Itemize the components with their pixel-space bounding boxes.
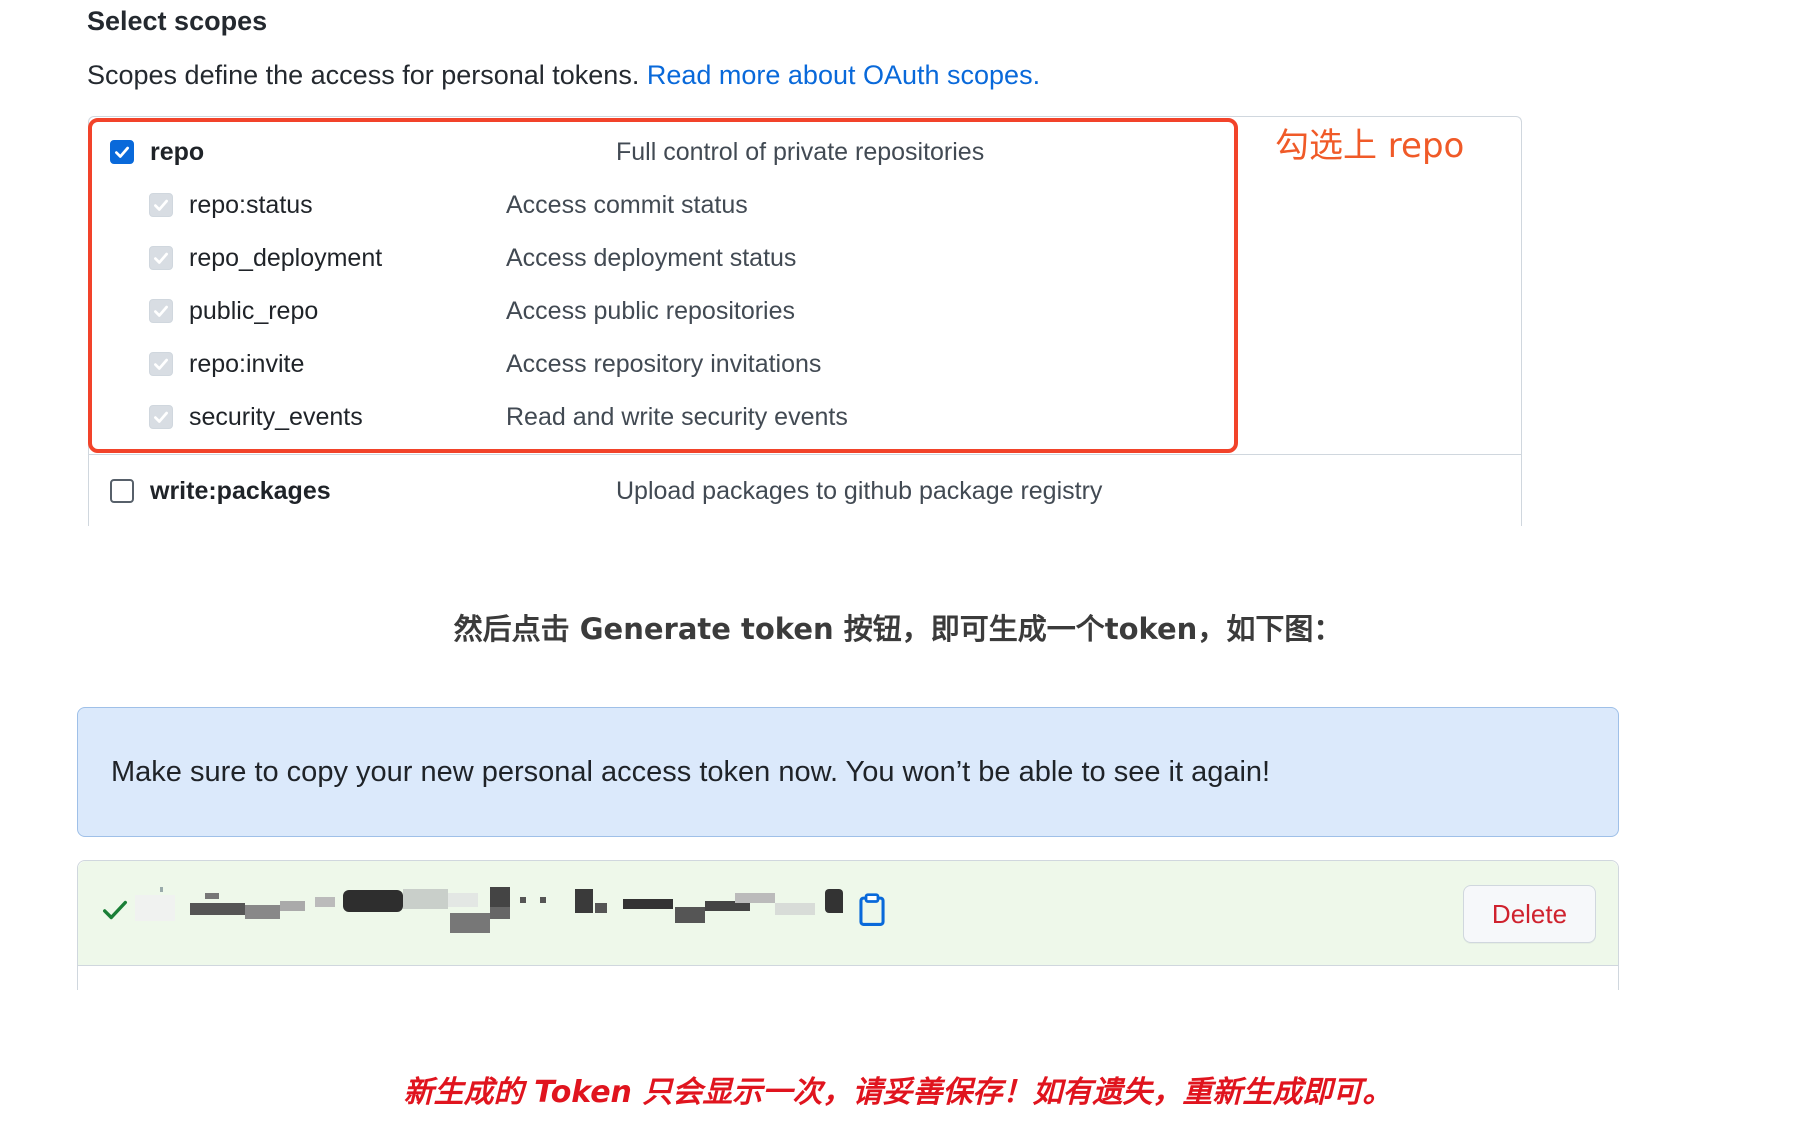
- flash-message: Make sure to copy your new personal acce…: [111, 755, 1271, 788]
- check-icon: [103, 900, 127, 920]
- repo-highlight-box: [88, 118, 1238, 453]
- flash-notice: Make sure to copy your new personal acce…: [77, 707, 1619, 837]
- copy-icon[interactable]: [858, 893, 886, 927]
- token-value-redacted: [135, 885, 855, 935]
- save-token-warning: 新生成的 Token 只会显示一次，请妥善保存！如有遗失，重新生成即可。: [403, 1075, 1393, 1110]
- delete-token-button[interactable]: Delete: [1463, 885, 1596, 943]
- scope-description: Upload packages to github package regist…: [616, 476, 1103, 505]
- select-repo-note: 勾选上 repo: [1275, 126, 1465, 166]
- oauth-scopes-link[interactable]: Read more about OAuth scopes.: [647, 60, 1040, 90]
- generate-token-instruction: 然后点击 Generate token 按钮，即可生成一个token，如下图：: [453, 612, 1343, 646]
- select-scopes-heading: Select scopes: [87, 6, 268, 36]
- scope-row-write-packages[interactable]: write:packages Upload packages to github…: [110, 471, 1102, 511]
- delete-label: Delete: [1491, 898, 1568, 929]
- write-packages-checkbox[interactable]: [110, 479, 134, 503]
- scopes-description-text: Scopes define the access for personal to…: [87, 60, 640, 90]
- scopes-description: Scopes define the access for personal to…: [87, 60, 1040, 91]
- scope-name: write:packages: [150, 476, 331, 505]
- scopes-divider: [89, 454, 1522, 455]
